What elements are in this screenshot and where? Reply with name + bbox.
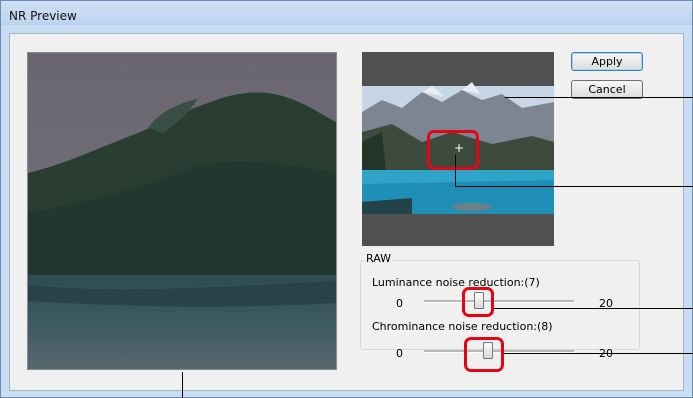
chrominance-min-label: 0 xyxy=(396,347,403,360)
preview-photo xyxy=(28,53,336,369)
luminance-label: Luminance noise reduction:(7) xyxy=(372,276,540,289)
leader-line-navigator-top xyxy=(505,97,693,98)
leader-line-chrominance xyxy=(504,353,693,354)
window-title: NR Preview xyxy=(9,9,77,23)
luminance-slider-track[interactable] xyxy=(424,300,574,303)
leader-line-navigator-crosshair xyxy=(455,186,693,187)
zoomed-preview-image[interactable] xyxy=(27,52,337,370)
navigator-highlight-callout xyxy=(427,130,479,170)
luminance-min-label: 0 xyxy=(396,297,403,310)
chrominance-label: Chrominance noise reduction:(8) xyxy=(372,320,553,333)
raw-group-label: RAW xyxy=(364,252,393,265)
leader-line-luminance xyxy=(494,308,693,309)
chrominance-thumb-callout xyxy=(464,337,504,372)
leader-line-navigator-crosshair-vertical xyxy=(455,155,456,187)
luminance-thumb-callout xyxy=(462,287,494,317)
apply-button[interactable]: Apply xyxy=(571,52,643,71)
leader-line-preview xyxy=(182,372,183,398)
